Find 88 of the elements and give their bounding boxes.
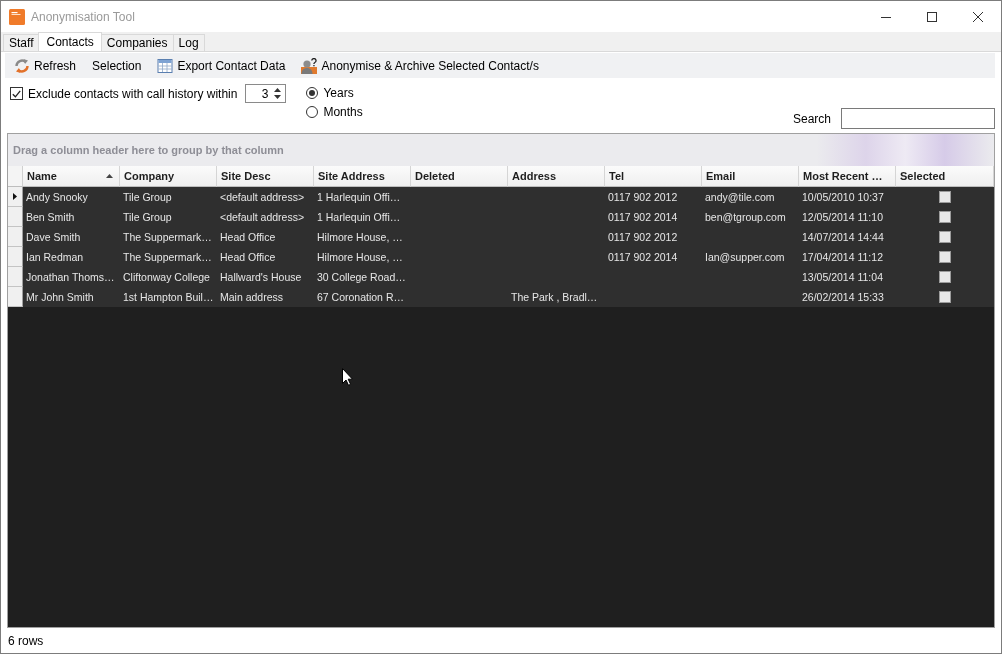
table-cell: Main address: [220, 291, 284, 303]
table-cell: Head Office: [220, 251, 276, 263]
table-icon: [157, 57, 174, 74]
table-cell: Hallward's House: [220, 271, 302, 283]
anonymise-button[interactable]: Anonymise & Archive Selected Contact/s: [295, 54, 545, 77]
row-checkbox[interactable]: [939, 211, 951, 223]
table-cell: 1 Harlequin Offi…: [317, 211, 401, 223]
row-checkbox[interactable]: [939, 251, 951, 263]
table-cell: Ben Smith: [26, 211, 75, 223]
tab[interactable]: Log: [172, 34, 205, 51]
table-cell: 30 College Road…: [317, 271, 406, 283]
refresh-icon: [14, 57, 30, 74]
table-cell: Andy Snooky: [26, 191, 88, 203]
sort-arrow-icon: [106, 174, 113, 178]
close-icon: [973, 11, 983, 22]
row-checkbox[interactable]: [939, 271, 951, 283]
table-cell: The Suppermark…: [123, 251, 212, 263]
person-question-icon: [301, 57, 318, 74]
table-cell: Cliftonway College: [123, 271, 210, 283]
table-cell: Ian Redman: [26, 251, 84, 263]
tab[interactable]: Staff: [3, 34, 40, 51]
number-field[interactable]: 3: [245, 84, 287, 103]
table-cell: 26/02/2014 15:33: [802, 291, 884, 303]
group-hint-text: Drag a column header here to group by that column: [13, 144, 284, 156]
table-cell: Hilmore House, …: [317, 251, 403, 263]
table-cell: 67 Coronation R…: [317, 291, 404, 303]
table-cell: 0117 902 2012: [608, 191, 678, 203]
app-icon: [9, 8, 25, 25]
table-cell: Head Office: [220, 231, 276, 243]
column-header[interactable]: Site Address: [314, 166, 411, 187]
table-cell: 0117 902 2012: [608, 231, 678, 243]
radio-label: Months: [323, 105, 363, 119]
maximize-icon: [927, 11, 937, 22]
table-cell: 17/04/2014 11:12: [802, 251, 883, 263]
table-cell: 1st Hampton Buil…: [123, 291, 214, 303]
row-checkbox[interactable]: [939, 191, 951, 203]
table-cell: andy@tile.com: [705, 191, 775, 203]
column-header[interactable]: Most Recent …: [799, 166, 896, 187]
row-count-text: 6 rows: [8, 633, 44, 648]
table-cell: <default address>: [220, 211, 305, 223]
table-cell: Ian@supper.com: [705, 251, 785, 263]
table-cell: 10/05/2010 10:37: [802, 191, 884, 203]
table-cell: 0117 902 2014: [608, 211, 678, 223]
check-icon: [12, 89, 21, 98]
table-cell: The Suppermark…: [123, 231, 212, 243]
row-header[interactable]: [8, 187, 23, 207]
table-cell: <default address>: [220, 191, 305, 203]
table-cell: 0117 902 2014: [608, 251, 678, 263]
search-label: Search: [792, 111, 831, 126]
tab[interactable]: Contacts: [38, 32, 102, 51]
tab[interactable]: Companies: [100, 34, 174, 51]
table-cell: The Park , Bradl…: [511, 291, 598, 303]
table-cell: 1 Harlequin Offi…: [317, 191, 401, 203]
refresh-button[interactable]: Refresh: [8, 54, 83, 77]
mouse-pointer-icon: [342, 368, 353, 386]
column-header[interactable]: Deleted: [411, 166, 508, 187]
table-cell: Jonathan Thoms…: [26, 271, 115, 283]
window-title: Anonymisation Tool: [31, 9, 135, 24]
table-cell: Hilmore House, …: [317, 231, 403, 243]
search-field[interactable]: [841, 108, 995, 129]
row-pointer-icon: [13, 193, 17, 200]
selection-button[interactable]: Selection: [86, 54, 148, 77]
column-header[interactable]: Site Desc: [217, 166, 314, 187]
table-cell: 13/05/2014 11:04: [802, 271, 883, 283]
checkbox[interactable]: [10, 87, 23, 100]
table-cell: 14/07/2014 14:44: [802, 231, 884, 243]
table-cell: Dave Smith: [26, 231, 81, 243]
row-checkbox[interactable]: [939, 291, 951, 303]
table-cell: 12/05/2014 11:10: [802, 211, 883, 223]
column-header[interactable]: Email: [702, 166, 799, 187]
caret-down-icon[interactable]: [274, 95, 282, 99]
checkbox-label: Exclude contacts with call history within: [28, 86, 238, 101]
table-cell: Mr John Smith: [26, 291, 94, 303]
radio-label: Years: [323, 86, 354, 100]
column-header[interactable]: Address: [508, 166, 605, 187]
export-button[interactable]: Export Contact Data: [151, 54, 292, 77]
caret-up-icon[interactable]: [274, 88, 282, 92]
radio-button[interactable]: [306, 106, 319, 118]
row-checkbox[interactable]: [939, 231, 951, 243]
header-corner: [8, 166, 23, 187]
radio-button[interactable]: [306, 87, 319, 99]
column-header[interactable]: Selected: [896, 166, 994, 187]
column-header[interactable]: Name: [23, 166, 120, 187]
column-header[interactable]: Company: [120, 166, 217, 187]
column-header[interactable]: Tel: [605, 166, 702, 187]
table-cell: ben@tgroup.com: [705, 211, 786, 223]
table-cell: Tile Group: [123, 191, 172, 203]
table-cell: Tile Group: [123, 211, 172, 223]
